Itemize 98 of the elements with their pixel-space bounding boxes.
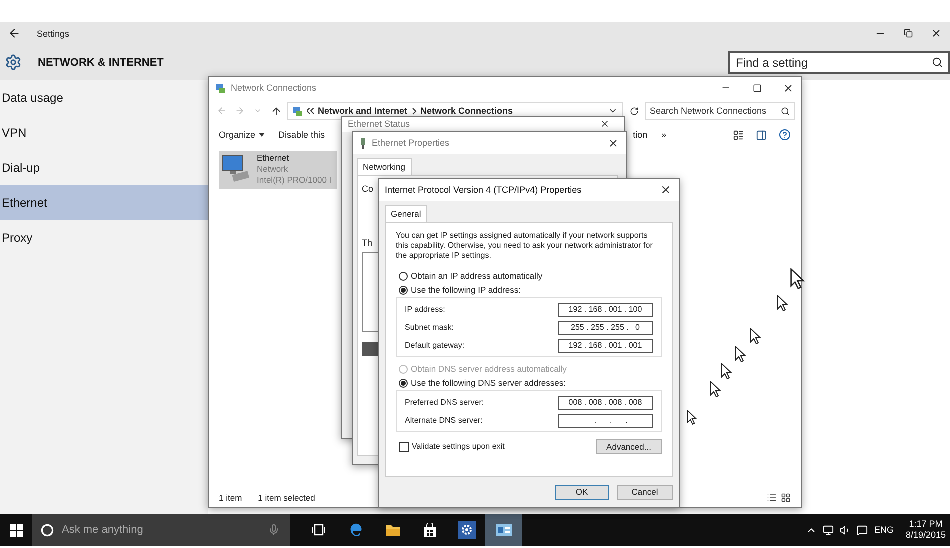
restore-icon (904, 29, 912, 38)
cursor-icon (687, 410, 698, 426)
settings-icon (458, 521, 476, 539)
more-button[interactable]: » (662, 130, 667, 140)
field-label: Subnet mask: (405, 323, 455, 332)
ip-address-field[interactable]: 255 . 255 . 255 . 0 (558, 320, 653, 334)
view-options-icon[interactable] (733, 130, 744, 140)
windows-logo-icon (10, 524, 22, 536)
radio-option[interactable]: Obtain an IP address automatically (396, 269, 545, 283)
notification-icon[interactable] (857, 524, 868, 536)
preview-pane-icon[interactable] (756, 130, 767, 140)
network-adapter-icon (359, 138, 367, 148)
cursor-icon (735, 346, 747, 363)
adapter-status: Network (257, 164, 290, 175)
task-view-icon (312, 524, 326, 536)
network-folder-icon (292, 106, 303, 116)
ip-address-field[interactable]: 192 . 168 . 001 . 001 (558, 338, 653, 352)
nav-item[interactable]: Data usage (0, 80, 208, 115)
organize-button[interactable]: Organize (219, 130, 265, 140)
refresh-icon (630, 106, 638, 116)
nav-item[interactable]: Ethernet (0, 185, 208, 220)
breadcrumb-item[interactable]: Network Connections (420, 106, 514, 116)
ip-address-field[interactable]: 008 . 008 . 008 . 008 (558, 396, 653, 410)
close-icon (608, 138, 618, 148)
double-chevron-icon (307, 108, 314, 114)
network-icon[interactable] (823, 524, 834, 536)
nav-item[interactable]: VPN (0, 115, 208, 150)
field-label: Th (362, 238, 373, 248)
network-folder-icon (215, 82, 226, 94)
nav-item[interactable]: Dial-up (0, 150, 208, 185)
close-icon (782, 82, 794, 94)
field-label: Co (362, 184, 374, 194)
computer-icon (221, 153, 251, 183)
field-label: Default gateway: (405, 341, 466, 350)
maximize-icon (752, 84, 762, 92)
search-icon (781, 107, 790, 116)
window-title: Network Connections (231, 83, 317, 93)
nav-item[interactable]: Proxy (0, 220, 208, 255)
status-text: 1 item (219, 493, 242, 503)
validate-checkbox[interactable]: Validate settings upon exit (396, 442, 505, 452)
ok-button[interactable]: OK (555, 484, 609, 500)
search-box[interactable]: Ask me anything (32, 514, 290, 546)
cursor-icon (777, 295, 789, 312)
tab[interactable]: General (385, 205, 428, 222)
radio-button[interactable] (399, 378, 408, 388)
volume-icon[interactable] (840, 524, 852, 536)
language-indicator[interactable]: ENG (874, 525, 894, 535)
network-window-icon (494, 523, 512, 537)
ip-address-field[interactable]: 192 . 168 . 001 . 100 (558, 302, 653, 316)
radio-button[interactable] (399, 272, 408, 280)
tiles-view-icon[interactable] (781, 493, 791, 503)
advanced-button[interactable]: Advanced... (596, 439, 662, 454)
intro-text: You can get IP settings assigned automatically if your network supports this capability. Otherwise, you need to ask your network administrator for the appropriate IP settings. (396, 231, 654, 261)
cursor-icon (710, 381, 722, 398)
tab[interactable]: Networking (357, 158, 412, 175)
cursor-icon (721, 363, 733, 380)
search-field[interactable]: Find a setting (728, 51, 950, 74)
adapter-name: Ethernet (257, 153, 290, 164)
chevron-right-icon (412, 108, 417, 114)
clock[interactable]: 1:17 PM 8/19/2015 (906, 519, 946, 541)
window-title: Ethernet Status (348, 119, 410, 129)
shopping-bag-icon (422, 522, 436, 538)
forward-arrow-icon (235, 106, 245, 116)
window-title: Ethernet Properties (372, 138, 450, 148)
field-label: Preferred DNS server: (405, 398, 486, 407)
breadcrumb-item[interactable]: Network and Internet (318, 106, 408, 116)
close-icon (660, 184, 672, 196)
radio-option[interactable]: Use the following DNS server addresses: (396, 376, 568, 390)
microphone-icon[interactable] (268, 524, 280, 536)
details-view-icon[interactable] (767, 493, 777, 503)
cancel-button[interactable]: Cancel (617, 484, 673, 500)
status-text: 1 item selected (258, 493, 316, 503)
close-icon (930, 28, 942, 39)
window-title: Internet Protocol Version 4 (TCP/IPv4) Properties (385, 185, 582, 195)
folder-icon (384, 523, 400, 537)
ip-address-field[interactable]: . . . (558, 414, 653, 428)
field-label: IP address: (405, 305, 446, 314)
close-icon[interactable] (600, 119, 610, 129)
back-arrow-icon (217, 106, 227, 116)
back-arrow-icon[interactable] (8, 27, 21, 40)
network-adapter-item[interactable]: Ethernet Network Intel(R) PRO/1000 I (219, 151, 337, 189)
cursor-icon (750, 328, 762, 345)
window-title: Settings (37, 28, 70, 38)
radio-option[interactable]: Use the following IP address: (396, 283, 523, 297)
radio-button[interactable] (399, 286, 408, 294)
page-heading: NETWORK & INTERNET (38, 56, 164, 68)
up-arrow-icon (270, 106, 282, 116)
toolbar-button[interactable]: tion (633, 130, 648, 140)
toolbar-button[interactable]: Disable this (278, 130, 326, 140)
chevron-down-icon (254, 107, 262, 115)
circle-icon (41, 524, 54, 537)
adapter-device: Intel(R) PRO/1000 I (257, 175, 332, 186)
field-label: Alternate DNS server: (405, 416, 484, 425)
search-icon (932, 57, 943, 68)
settings-icon (5, 54, 22, 71)
browser-icon (348, 522, 364, 538)
help-icon[interactable] (779, 129, 791, 141)
caret-icon (258, 133, 265, 137)
